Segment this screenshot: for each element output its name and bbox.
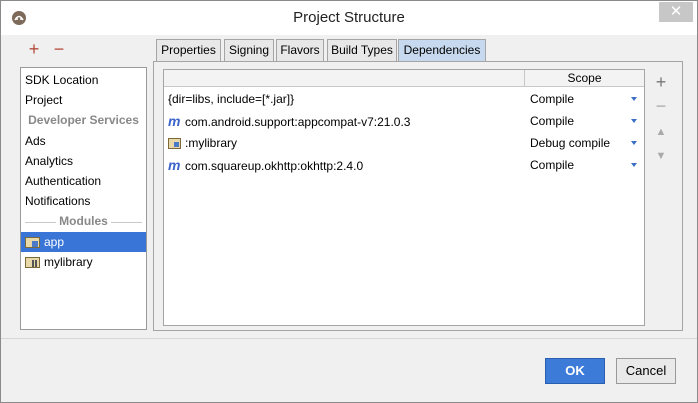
dependency-scope[interactable]: Compile (530, 154, 574, 176)
maven-icon: m (168, 113, 181, 129)
sidebar-item-analytics[interactable]: Analytics (21, 151, 146, 171)
dependency-name: com.android.support:appcompat-v7:21.0.3 (185, 115, 411, 129)
tab-build-types[interactable]: Build Types (327, 39, 397, 61)
remove-dependency-icon[interactable]: − (650, 95, 672, 117)
table-row[interactable]: :mylibrary Debug compile (164, 132, 644, 154)
window-title: Project Structure (293, 9, 405, 26)
dependency-scope[interactable]: Compile (530, 88, 574, 110)
footer-divider (1, 338, 697, 339)
dependencies-panel: Scope {dir=libs, include=[*.jar]} Compil… (153, 61, 683, 331)
close-button[interactable]: ✕ (659, 2, 693, 22)
sidebar-item-authentication[interactable]: Authentication (21, 171, 146, 191)
table-row[interactable]: m com.squareup.okhttp:okhttp:2.4.0 Compil… (164, 154, 644, 176)
module-label: mylibrary (44, 255, 93, 269)
remove-item-button[interactable]: − (51, 40, 67, 58)
sidebar-module-mylibrary[interactable]: mylibrary (21, 252, 146, 272)
sidebar-item-notifications[interactable]: Notifications (21, 191, 146, 211)
ok-button[interactable]: OK (545, 358, 605, 384)
cancel-button[interactable]: Cancel (616, 358, 676, 384)
scope-dropdown-icon[interactable] (631, 97, 637, 101)
sidebar-module-app[interactable]: app (21, 232, 146, 252)
module-folder-icon (25, 237, 40, 248)
table-row[interactable]: {dir=libs, include=[*.jar]} Compile (164, 88, 644, 110)
dependency-name: {dir=libs, include=[*.jar]} (168, 92, 295, 106)
tab-flavors[interactable]: Flavors (276, 39, 324, 61)
library-module-icon (25, 257, 40, 268)
scope-dropdown-icon[interactable] (631, 119, 637, 123)
add-dependency-icon[interactable]: + (650, 71, 672, 93)
sidebar-item-ads[interactable]: Ads (21, 131, 146, 151)
tab-signing[interactable]: Signing (224, 39, 274, 61)
tab-properties[interactable]: Properties (156, 39, 221, 61)
sidebar-section-developer-services: Developer Services (21, 113, 146, 129)
maven-icon: m (168, 157, 181, 173)
dependency-scope[interactable]: Debug compile (530, 132, 610, 154)
scope-dropdown-icon[interactable] (631, 163, 637, 167)
dependency-scope[interactable]: Compile (530, 110, 574, 132)
dependencies-table: Scope {dir=libs, include=[*.jar]} Compil… (163, 69, 645, 326)
move-down-icon[interactable]: ▼ (650, 145, 672, 167)
sidebar-item-project[interactable]: Project (21, 90, 146, 110)
project-structure-dialog: Project Structure ✕ + − SDK Location Pro… (0, 0, 698, 403)
tab-dependencies[interactable]: Dependencies (398, 39, 486, 62)
sidebar-section-modules: Modules (21, 214, 146, 230)
module-icon (168, 138, 181, 149)
add-item-button[interactable]: + (26, 40, 42, 58)
table-header: Scope (164, 70, 644, 87)
sidebar: SDK Location Project Developer Services … (20, 67, 147, 330)
table-row[interactable]: m com.android.support:appcompat-v7:21.0.3… (164, 110, 644, 132)
dependency-name: com.squareup.okhttp:okhttp:2.4.0 (185, 159, 364, 173)
scope-column-header[interactable]: Scope (524, 70, 644, 87)
move-up-icon[interactable]: ▲ (650, 121, 672, 143)
scope-dropdown-icon[interactable] (631, 141, 637, 145)
title-bar: Project Structure ✕ (1, 1, 697, 35)
dependency-name: :mylibrary (185, 136, 238, 150)
module-label: app (44, 235, 65, 249)
sidebar-item-sdk-location[interactable]: SDK Location (21, 70, 146, 90)
